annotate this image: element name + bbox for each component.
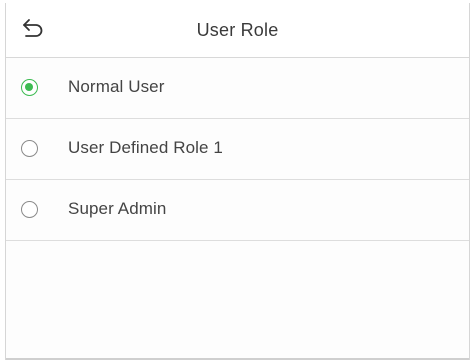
screen-bottom-edge <box>6 358 469 360</box>
header-bar: User Role <box>6 3 469 58</box>
role-option-super-admin[interactable]: Super Admin <box>6 180 469 241</box>
option-label: Normal User <box>68 77 165 96</box>
radio-button-icon[interactable] <box>21 79 38 96</box>
user-role-screen: User Role Normal User User Defined Role … <box>5 3 470 360</box>
option-label: Super Admin <box>68 199 167 218</box>
radio-button-icon[interactable] <box>21 201 38 218</box>
page-title: User Role <box>196 20 279 40</box>
role-option-user-defined-role-1[interactable]: User Defined Role 1 <box>6 119 469 180</box>
option-label: User Defined Role 1 <box>68 138 223 157</box>
radio-button-icon[interactable] <box>21 140 38 157</box>
role-option-normal-user[interactable]: Normal User <box>6 58 469 119</box>
role-option-list: Normal User User Defined Role 1 Super Ad… <box>6 58 469 241</box>
